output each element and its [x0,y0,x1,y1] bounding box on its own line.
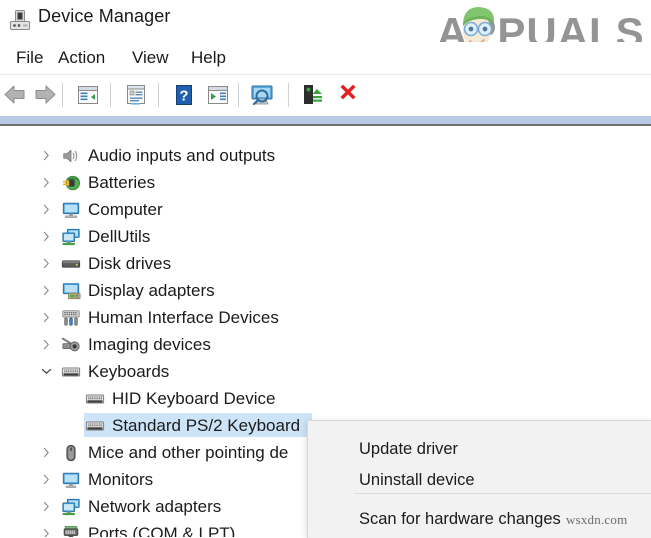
scan-hardware-changes-icon[interactable] [248,81,276,109]
context-menu[interactable]: Update driver Uninstall device Scan for … [307,420,651,538]
chevron-right-icon[interactable] [38,472,54,488]
tree-item-label: Disk drives [88,254,172,273]
tree-item-label: HID Keyboard Device [112,389,276,408]
menu-view[interactable]: View [126,46,175,70]
context-menu-item-label: Update driver [359,439,459,458]
context-menu-item-update-driver[interactable]: Update driver [308,434,651,464]
menu-file[interactable]: File [10,46,49,70]
battery-icon [60,172,82,194]
uninstall-device-icon[interactable] [334,81,362,109]
menu-bar: File Action View Help [0,42,651,75]
toolbar-separator [110,83,111,107]
chevron-right-icon[interactable] [38,526,54,537]
tree-item-label: Monitors [88,470,154,489]
chevron-right-icon[interactable] [38,499,54,515]
svg-text:?: ? [179,88,188,105]
chevron-down-icon[interactable] [38,364,54,380]
tree-item-label: Standard PS/2 Keyboard [112,416,301,435]
chevron-right-icon[interactable] [38,283,54,299]
disk-drive-icon [60,253,82,275]
context-menu-item-scan-for-hardware-changes[interactable]: Scan for hardware changes [308,504,651,534]
tree-item-label: DellUtils [88,227,151,246]
toolbar-separator [158,83,159,107]
dellutils-icon [60,226,82,248]
show-hide-console-tree-icon[interactable] [74,81,102,109]
tree-item-label: Network adapters [88,497,222,516]
context-menu-item-uninstall-device[interactable]: Uninstall device [308,465,651,495]
computer-icon [60,199,82,221]
mouse-icon [60,442,82,464]
title-bar: Device Manager [0,0,651,42]
toolbar: ? [0,75,651,115]
monitor-icon [60,469,82,491]
device-manager-icon [8,8,32,32]
tree-item-label: Computer [88,200,163,219]
tree-item-label: Human Interface Devices [88,308,279,327]
chevron-right-icon[interactable] [38,256,54,272]
toolbar-separator [238,83,239,107]
back-arrow-icon[interactable] [2,81,30,109]
tree-item-label: Display adapters [88,281,215,300]
toolbar-separator [62,83,63,107]
menu-action[interactable]: Action [52,46,111,70]
enable-device-icon[interactable] [298,81,326,109]
network-adapter-icon [60,496,82,518]
context-menu-item-label: Scan for hardware changes [359,509,561,528]
tree-item-label: Mice and other pointing de [88,443,289,462]
chevron-right-icon[interactable] [38,445,54,461]
keyboard-icon [60,361,82,383]
window-title: Device Manager [38,6,171,26]
keyboard-icon [84,388,106,410]
context-menu-item-label: Uninstall device [359,470,475,489]
tree-item-label: Keyboards [88,362,170,381]
imaging-device-icon [60,334,82,356]
speaker-icon [60,145,82,167]
chevron-right-icon[interactable] [38,148,54,164]
display-adapter-icon [60,280,82,302]
update-driver-icon[interactable] [204,81,232,109]
chevron-right-icon[interactable] [38,310,54,326]
chevron-right-icon[interactable] [38,202,54,218]
toolbar-separator [288,83,289,107]
chevron-right-icon[interactable] [38,337,54,353]
toolbar-divider-band [0,116,651,124]
menu-help[interactable]: Help [185,46,232,70]
context-menu-separator [354,493,651,494]
forward-arrow-icon[interactable] [30,81,58,109]
help-icon[interactable]: ? [170,81,198,109]
properties-icon[interactable] [122,81,150,109]
port-icon [60,523,82,537]
chevron-right-icon[interactable] [38,229,54,245]
keyboard-icon [84,415,106,437]
tree-item-label: Ports (COM & LPT) [88,524,236,537]
hid-icon [60,307,82,329]
tree-item-label: Batteries [88,173,156,192]
chevron-right-icon[interactable] [38,175,54,191]
tree-item-label: Imaging devices [88,335,211,354]
tree-item-label: Audio inputs and outputs [88,146,276,165]
